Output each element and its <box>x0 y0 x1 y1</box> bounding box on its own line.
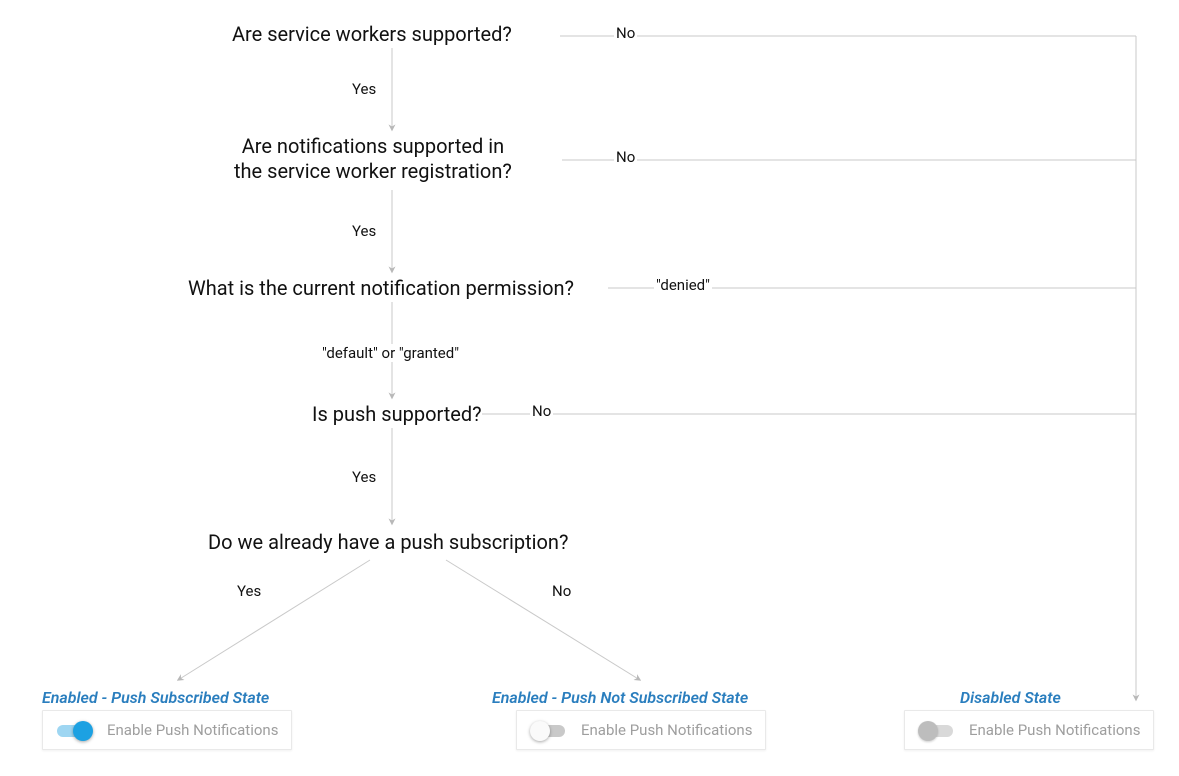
state-card-disabled: Enable Push Notifications <box>904 710 1154 750</box>
state-card-label: Enable Push Notifications <box>581 721 752 739</box>
flowchart-canvas: Are service workers supported? Are notif… <box>0 0 1179 776</box>
state-card-label: Enable Push Notifications <box>107 721 278 739</box>
edge-q5-no: No <box>550 582 573 600</box>
edge-q2-no: No <box>614 148 637 166</box>
edge-q1-yes: Yes <box>350 80 378 98</box>
decision-q3: What is the current notification permiss… <box>188 276 574 301</box>
edge-q3-default-granted: "default" or "granted" <box>320 344 461 362</box>
edge-q3-denied: "denied" <box>654 276 712 294</box>
state-title-disabled: Disabled State <box>960 688 1061 707</box>
edge-q4-no: No <box>530 402 553 420</box>
state-card-subscribed: Enable Push Notifications <box>42 710 292 750</box>
edge-q5-yes: Yes <box>235 582 263 600</box>
state-card-label: Enable Push Notifications <box>969 721 1140 739</box>
state-card-not-subscribed: Enable Push Notifications <box>516 710 766 750</box>
edge-q1-no: No <box>614 24 637 42</box>
decision-q5: Do we already have a push subscription? <box>208 530 568 555</box>
edge-q4-yes: Yes <box>350 468 378 486</box>
flowchart-edges <box>0 0 1179 776</box>
state-title-not-subscribed: Enabled - Push Not Subscribed State <box>492 688 748 707</box>
state-title-subscribed: Enabled - Push Subscribed State <box>42 688 269 707</box>
edge-q2-yes: Yes <box>350 222 378 240</box>
toggle-disabled-icon <box>919 722 953 738</box>
decision-q4: Is push supported? <box>312 402 482 427</box>
decision-q2: Are notifications supported in the servi… <box>234 134 512 184</box>
decision-q1: Are service workers supported? <box>232 22 512 47</box>
toggle-off-icon[interactable] <box>531 722 565 738</box>
toggle-on-icon[interactable] <box>57 722 91 738</box>
